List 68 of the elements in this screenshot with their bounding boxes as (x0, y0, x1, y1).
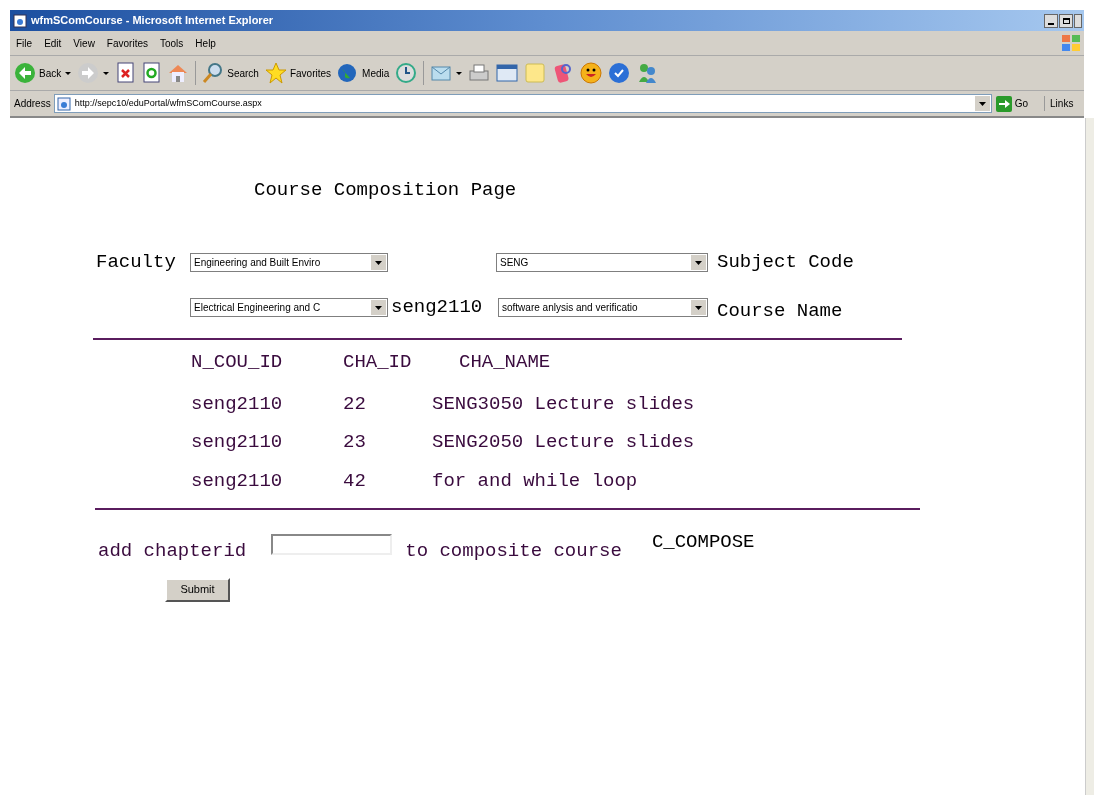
toolbar-button[interactable] (608, 62, 631, 84)
toolbar-button[interactable] (580, 62, 603, 84)
caret-icon[interactable] (456, 71, 463, 75)
column-header: CHA_NAME (458, 350, 552, 375)
course-id: seng2110 (391, 294, 484, 320)
menu-item[interactable]: Edit (44, 35, 62, 51)
field-label: Subject Code (717, 249, 854, 275)
table-cell-text: 23 (343, 430, 367, 455)
toolbar-button[interactable] (395, 62, 418, 84)
links-button[interactable]: Links (1044, 96, 1074, 111)
address-field[interactable]: http://sepc10/eduPortal/wfmSComCourse.aspx (53, 94, 992, 113)
menu-item[interactable]: File (16, 35, 33, 51)
dropdown-field[interactable]: SENG (496, 252, 708, 272)
toolbar-button[interactable]: Search (202, 62, 259, 84)
table-cell-text: seng2110 (191, 468, 284, 494)
dropdown-field[interactable]: software anlysis and verificatio (498, 297, 708, 317)
menu-item[interactable]: View (73, 35, 95, 51)
dropdown-field[interactable]: Engineering and Built Enviro (190, 252, 388, 272)
submit-button[interactable]: Submit (165, 577, 230, 602)
table-cell-text: seng2110 (191, 430, 284, 455)
smiley-icon (580, 62, 603, 84)
vertical-scrollbar[interactable] (1085, 118, 1094, 795)
dropdown-field[interactable]: Electrical Engineering and C (190, 297, 388, 317)
maximize-button[interactable] (1059, 13, 1073, 28)
windows-flag-icon (1060, 33, 1082, 53)
toolbar-button[interactable] (468, 62, 491, 84)
table-cell-text: seng2110 (191, 391, 284, 417)
caret-icon[interactable] (65, 71, 72, 75)
menu-item[interactable]: Tools (160, 35, 184, 51)
field-label: Course Name (717, 298, 843, 324)
column-header: N_COU_ID (191, 350, 284, 375)
field-label: Faculty (96, 249, 177, 275)
table-cell-text: 22 (343, 391, 367, 417)
window-title: wfmSComCourse - Microsoft Internet Explorer (31, 13, 274, 29)
chapter-id-field[interactable] (271, 534, 393, 555)
stop-page-icon (115, 62, 136, 84)
magnifier-icon (202, 62, 225, 84)
caret-icon[interactable] (103, 71, 110, 75)
table-cell-text: for and while loop (432, 468, 639, 494)
note-icon (524, 62, 547, 84)
field-label: add chapterid (98, 539, 247, 564)
toolbar-button[interactable] (141, 62, 162, 84)
refresh-page-icon (141, 62, 162, 84)
printer-icon (468, 62, 491, 84)
toolbar-button[interactable] (115, 62, 136, 84)
close-button[interactable] (1074, 13, 1082, 28)
field-label: to composite course (405, 539, 622, 564)
toolbar-button[interactable] (496, 62, 519, 84)
toolbar-button[interactable] (636, 62, 659, 84)
minimize-button[interactable] (1044, 13, 1058, 28)
messenger-people-icon (636, 62, 659, 84)
window-icon (496, 62, 519, 84)
star-icon (264, 62, 287, 84)
page-title: Course Composition Page (254, 178, 517, 203)
address-label: Address (14, 97, 51, 111)
page-icon (56, 96, 71, 111)
menu-item[interactable]: Favorites (106, 35, 148, 51)
table-cell-text: SENG2050 Lecture slides (432, 430, 695, 455)
menu-item[interactable]: Help (195, 35, 216, 51)
toolbar-button[interactable]: Media (337, 62, 390, 84)
toolbar-button[interactable]: Back (14, 62, 62, 84)
column-header: CHA_ID (343, 350, 413, 375)
check-circle-icon (608, 62, 631, 84)
toolbar-button[interactable]: Favorites (264, 62, 332, 84)
table-cell-text: 42 (343, 468, 367, 494)
browser-page-icon (13, 13, 27, 28)
composite-course-name: C_COMPOSE (651, 530, 755, 555)
table-cell-text: SENG3050 Lecture slides (432, 391, 695, 417)
